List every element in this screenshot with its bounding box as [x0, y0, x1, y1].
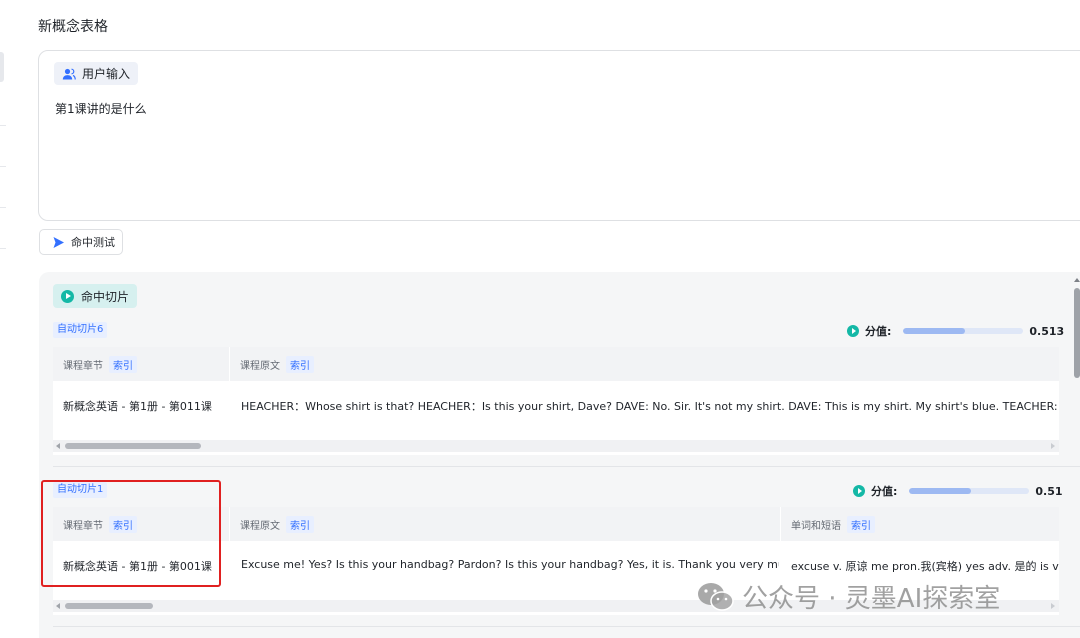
- watermark: 公众号 · 灵墨AI探索室: [696, 578, 1000, 615]
- rail-divider: [0, 248, 6, 249]
- user-input-chip: 用户输入: [54, 62, 139, 85]
- score-value: 0.513: [1029, 324, 1065, 338]
- score-label: 分值:: [871, 485, 898, 498]
- slice-table: 课程章节 索引 课程原文 索引 新概念英语 - 第1册 - 第011课 HEAC…: [53, 347, 1059, 455]
- play-triangle-icon: [53, 236, 64, 248]
- index-tag: 索引: [847, 515, 875, 533]
- hit-slices-chip: 命中切片: [53, 284, 138, 308]
- wechat-icon: [698, 582, 734, 611]
- column-header: 课程原文 索引: [230, 507, 780, 541]
- user-input-chip-label: 用户输入: [82, 67, 131, 81]
- slice-tag[interactable]: 自动切片6: [53, 322, 108, 338]
- table-header: 课程章节 索引 课程原文 索引: [53, 347, 1059, 381]
- score-bar-fill: [909, 488, 971, 494]
- hit-test-button[interactable]: 命中测试: [39, 229, 123, 255]
- column-title: 课程章节: [63, 360, 103, 372]
- score-bar: [903, 328, 1024, 334]
- table-cell: excuse v. 原谅 me pron.我(宾格) yes adv. 是的 i…: [791, 560, 1059, 573]
- scroll-right-icon[interactable]: [1051, 443, 1055, 449]
- hit-test-button-label: 命中测试: [71, 236, 115, 249]
- index-tag: 索引: [286, 515, 314, 533]
- score-indicator: 分值: 0.513: [847, 323, 1064, 339]
- horizontal-scrollbar[interactable]: [53, 440, 1059, 452]
- play-circle-icon: [847, 325, 859, 337]
- score-label: 分值:: [865, 325, 892, 338]
- hit-slices-label: 命中切片: [81, 289, 130, 304]
- column-title: 单词和短语: [791, 520, 841, 532]
- slice-divider: [53, 626, 1080, 627]
- index-tag: 索引: [286, 355, 314, 373]
- highlight-box: [41, 480, 221, 587]
- user-input-card[interactable]: 用户输入 第1课讲的是什么: [38, 50, 1080, 221]
- table-cell: 新概念英语 - 第1册 - 第011课: [63, 400, 212, 413]
- score-value: 0.51: [1035, 484, 1063, 498]
- column-header: 单词和短语 索引: [781, 507, 1059, 541]
- column-header: 课程原文 索引: [230, 347, 1030, 381]
- scroll-left-icon[interactable]: [56, 443, 60, 449]
- scrollbar-thumb[interactable]: [1074, 288, 1080, 378]
- rail-divider: [0, 125, 6, 126]
- column-header: 课程章节 索引: [53, 347, 229, 381]
- scrollbar-thumb[interactable]: [65, 443, 201, 449]
- rail-divider: [0, 207, 6, 208]
- column-title: 课程原文: [240, 520, 280, 532]
- scrollbar-thumb[interactable]: [65, 603, 153, 609]
- scroll-left-icon[interactable]: [56, 603, 60, 609]
- column-title: 课程原文: [240, 360, 280, 372]
- scroll-right-icon[interactable]: [1051, 603, 1055, 609]
- rail-active-mark: [0, 52, 4, 82]
- user-icon: [62, 68, 76, 80]
- query-text[interactable]: 第1课讲的是什么: [55, 100, 147, 117]
- page-title: 新概念表格: [38, 19, 108, 35]
- index-tag: 索引: [109, 355, 137, 373]
- left-rail: [0, 0, 8, 638]
- rail-divider: [0, 166, 6, 167]
- score-bar: [909, 488, 1030, 494]
- table-cell: HEACHER：Whose shirt is that? HEACHER：Is …: [241, 400, 1059, 413]
- score-indicator: 分值: 0.51: [853, 483, 1063, 499]
- score-bar-fill: [903, 328, 965, 334]
- vertical-scrollbar[interactable]: [1073, 278, 1080, 638]
- watermark-text: 公众号 · 灵墨AI探索室: [742, 584, 1001, 614]
- play-circle-icon: [853, 485, 865, 497]
- slice-divider: [53, 466, 1080, 467]
- scroll-up-icon[interactable]: [1074, 278, 1080, 282]
- table-cell: Excuse me! Yes? Is this your handbag? Pa…: [241, 558, 779, 571]
- play-circle-icon: [61, 289, 74, 303]
